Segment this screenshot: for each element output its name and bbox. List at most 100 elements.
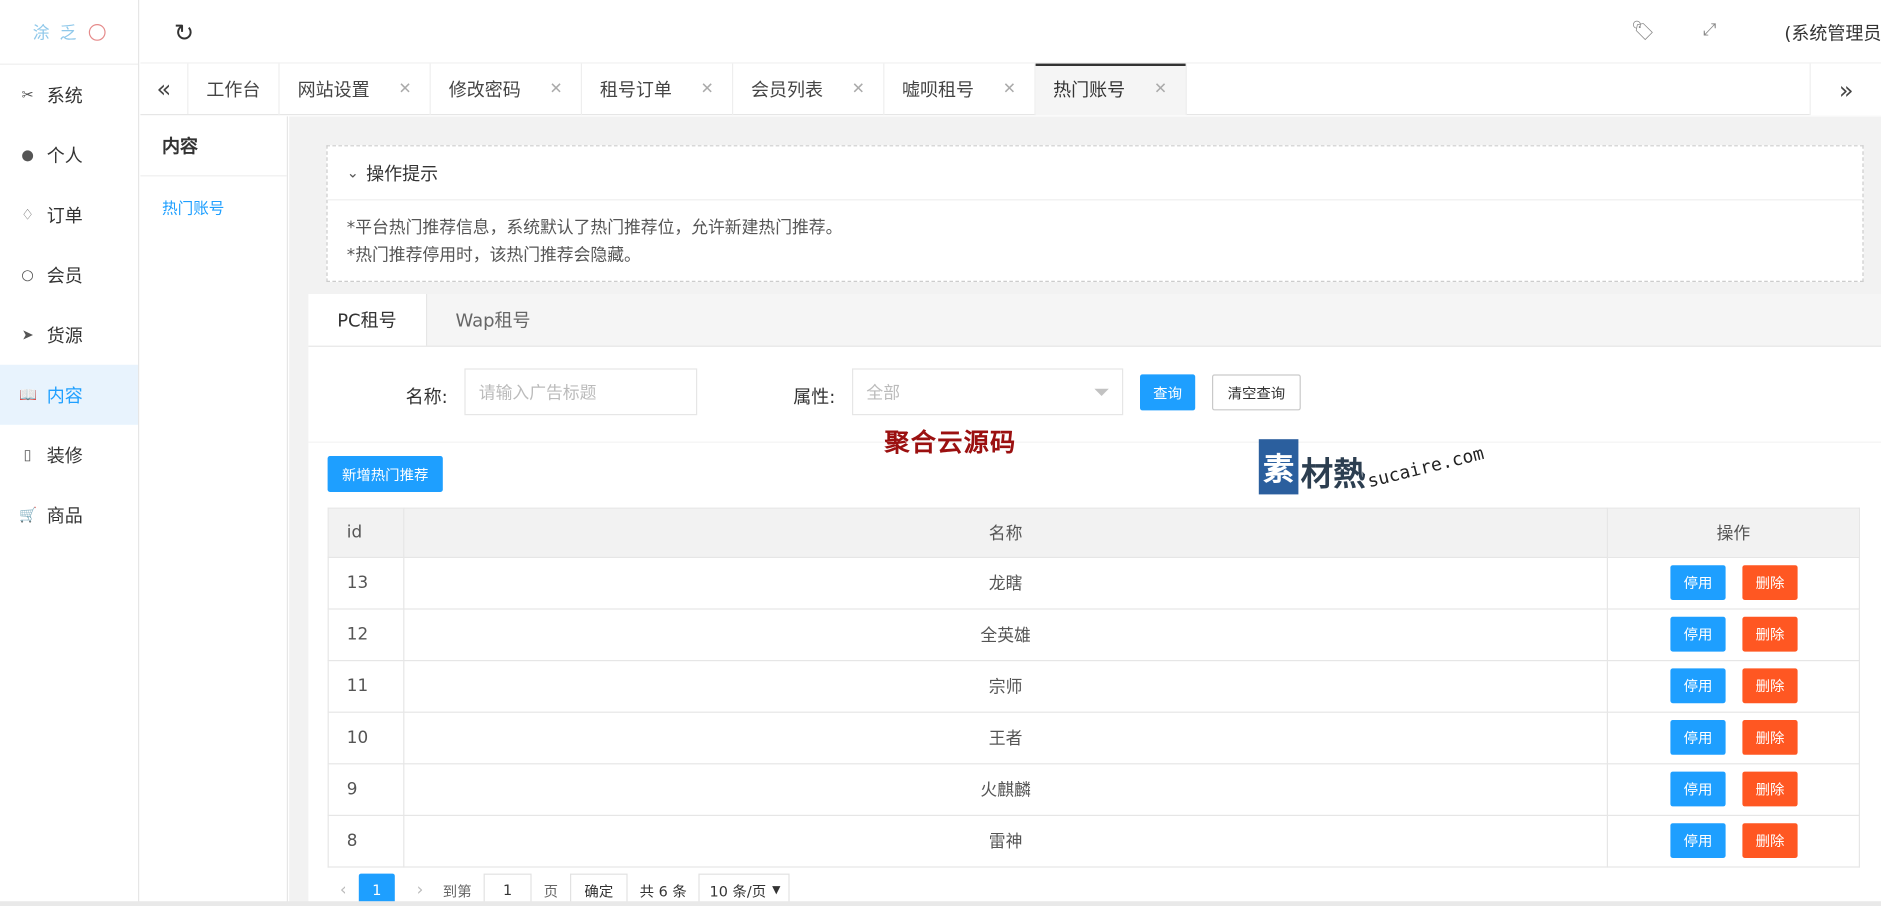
cell-actions: 停用 删除 [1606,556,1861,610]
sidebar-item-0[interactable]: ✂ 系统 [0,65,138,125]
sidebar-item-4[interactable]: ➤ 货源 [0,305,138,365]
sub-sidebar: 内容 热门账号 [140,116,288,906]
page-tab-0[interactable]: 工作台 [188,63,280,116]
tab-wap-rental[interactable]: Wap租号 [427,294,560,346]
hint-header[interactable]: ⌄ 操作提示 [327,146,1863,201]
delete-button[interactable]: 删除 [1742,565,1798,600]
cell-name: 龙瞎 [403,556,1608,610]
sidebar-item-1[interactable]: ● 个人 [0,125,138,185]
cell-id: 9 [327,763,405,817]
col-header-name[interactable]: 名称 [403,507,1608,559]
close-icon[interactable]: ✕ [1154,80,1167,98]
table-row: 8 雷神 停用 删除 [327,814,1861,868]
top-header: ↻ 🏷 ⤢ (系统管理员) [140,0,1881,64]
sidebar-item-7[interactable]: 🛒 商品 [0,485,138,545]
watermark-red: 聚合云源码 [884,428,1017,458]
sub-sidebar-item-hot-accounts[interactable]: 热门账号 [140,176,286,218]
cell-actions: 停用 删除 [1606,660,1861,713]
table-row: 12 全英雄 停用 删除 [327,608,1861,662]
page-tabs-bar: « 工作台 网站设置 ✕ 修改密码 ✕ 租号订单 ✕ 会员列表 ✕ 嘘呗租号 ✕ 热门账号 ✕ » [140,63,1881,116]
close-icon[interactable]: ✕ [852,80,865,98]
tag-icon[interactable]: 🏷 [1631,19,1655,42]
attr-select[interactable]: 全部 [852,368,1124,416]
user-menu[interactable]: (系统管理员) [1784,20,1881,45]
page-tab-label: 热门账号 [1053,79,1126,101]
name-search-placeholder: 请输入广告标题 [478,383,597,403]
disable-button[interactable]: 停用 [1670,720,1726,755]
hint-title: 操作提示 [366,162,439,185]
hot-accounts-table: id 名称 操作 13 龙瞎 停用 删除 12 全英雄 停用 删除 11 宗师 停用 删除 10 王者 停用… [327,507,1861,868]
page-tab-1[interactable]: 网站设置 ✕ [280,63,431,116]
page-tab-label: 嘘呗租号 [902,79,975,101]
disable-button[interactable]: 停用 [1670,771,1726,807]
logo[interactable]: 涂 乏 [0,0,138,65]
next-page-icon[interactable]: › [404,881,435,900]
close-icon[interactable]: ✕ [701,80,714,98]
delete-button[interactable]: 删除 [1742,616,1798,652]
tabs-scroll-right-icon[interactable]: » [1809,63,1881,116]
sidebar-item-label: 内容 [46,384,83,407]
disable-button[interactable]: 停用 [1670,565,1726,600]
col-header-actions: 操作 [1606,507,1861,559]
page-tab-4[interactable]: 会员列表 ✕ [733,63,885,116]
hint-line: *热门推荐停用时，该热门推荐会隐藏。 [346,246,641,266]
sidebar-item-label: 货源 [46,324,83,347]
disable-button[interactable]: 停用 [1670,668,1726,704]
cell-name: 火麒麟 [403,763,1608,817]
delete-button[interactable]: 删除 [1742,668,1798,704]
horizontal-scrollbar[interactable] [0,901,1881,906]
sidebar-item-label: 商品 [46,504,83,527]
user-icon: ● [21,146,34,164]
sidebar-item-label: 订单 [46,204,83,227]
delete-button[interactable]: 删除 [1742,823,1798,859]
sidebar-item-2[interactable]: ♢ 订单 [0,185,138,245]
page-tab-5[interactable]: 嘘呗租号 ✕ [884,63,1036,116]
cell-id: 12 [327,608,405,662]
cell-actions: 停用 删除 [1606,608,1861,662]
name-search-input[interactable]: 请输入广告标题 [464,368,698,416]
filter-form: 名称: 请输入广告标题 属性: 全部 查询 清空查询 [308,347,1881,443]
left-sidebar: 涂 乏 ✂ 系统 ● 个人 ♢ 订单 ○ 会员 ➤ 货源 📖 内容 ▯ 装修 🛒 商品 [0,0,140,906]
sidebar-item-6[interactable]: ▯ 装修 [0,425,138,485]
member-icon: ○ [21,266,34,284]
page-unit-label: 页 [543,882,559,900]
page-tab-6[interactable]: 热门账号 ✕ [1035,63,1187,116]
disable-button[interactable]: 停用 [1670,616,1726,652]
goto-label: 到第 [442,882,472,900]
fullscreen-icon[interactable]: ⤢ [1703,20,1716,39]
tabs-scroll-left-icon[interactable]: « [140,63,189,115]
page-tab-label: 租号订单 [599,79,672,101]
clear-search-button[interactable]: 清空查询 [1212,374,1301,411]
col-header-id[interactable]: id [327,507,405,559]
panel-tabs: PC租号 Wap租号 [308,294,1881,347]
delete-button[interactable]: 删除 [1742,720,1798,755]
table-row: 10 王者 停用 删除 [327,711,1861,765]
close-icon[interactable]: ✕ [398,80,411,98]
page-tab-2[interactable]: 修改密码 ✕ [431,63,582,116]
cart-icon: 🛒 [19,506,38,524]
delete-button[interactable]: 删除 [1742,771,1798,807]
disable-button[interactable]: 停用 [1670,823,1726,859]
page-size-value: 10 条/页 [709,882,767,900]
cell-name: 全英雄 [403,608,1608,662]
cell-actions: 停用 删除 [1606,763,1861,817]
sidebar-item-label: 个人 [46,144,83,167]
cell-id: 8 [327,814,405,868]
tools-icon: ✂ [21,86,34,104]
add-hot-recommend-button[interactable]: 新增热门推荐 [327,456,443,493]
close-icon[interactable]: ✕ [1003,80,1016,98]
prev-page-icon[interactable]: ‹ [328,881,359,900]
operation-hint-box: ⌄ 操作提示 *平台热门推荐信息，系统默认了热门推荐位，允许新建热门推荐。 *热… [326,145,1864,282]
watermark-en: sucaire.com [1365,442,1487,493]
attr-select-value: 全部 [866,383,901,403]
search-button[interactable]: 查询 [1140,374,1196,411]
refresh-icon[interactable]: ↻ [174,18,194,47]
page-tab-3[interactable]: 租号订单 ✕ [582,63,733,116]
close-icon[interactable]: ✕ [550,80,563,98]
hint-line: *平台热门推荐信息，系统默认了热门推荐位，允许新建热门推荐。 [346,218,843,238]
table-row: 13 龙瞎 停用 删除 [327,556,1861,610]
sidebar-item-label: 系统 [46,84,83,107]
sidebar-item-3[interactable]: ○ 会员 [0,245,138,305]
sidebar-item-5[interactable]: 📖 内容 [0,364,138,425]
tab-pc-rental[interactable]: PC租号 [308,294,427,346]
